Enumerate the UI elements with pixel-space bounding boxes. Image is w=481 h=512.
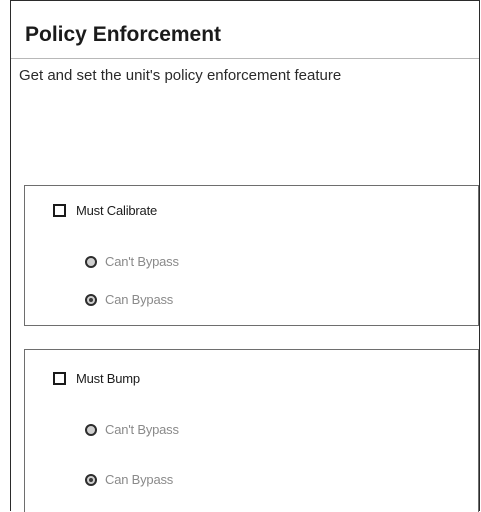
- bump-can-bypass-radio[interactable]: [85, 473, 97, 486]
- page-title: Policy Enforcement: [25, 23, 222, 46]
- panel-header: Policy Enforcement Get and set the unit'…: [11, 1, 479, 93]
- bump-can-bypass-label: Can Bypass: [105, 472, 174, 487]
- calibrate-cant-bypass-label: Can't Bypass: [105, 254, 179, 269]
- bump-can-bypass-option[interactable]: Can Bypass: [85, 472, 173, 487]
- must-bump-checkbox-row[interactable]: Must Bump: [53, 371, 140, 386]
- must-calibrate-label: Must Calibrate: [76, 203, 158, 218]
- calibrate-can-bypass-label: Can Bypass: [105, 292, 174, 307]
- policy-enforcement-panel: Policy Enforcement Get and set the unit'…: [10, 0, 480, 512]
- page-subtitle: Get and set the unit's policy enforcemen…: [19, 67, 342, 84]
- must-bump-checkbox[interactable]: [53, 372, 66, 385]
- must-bump-group: Must Bump Can't Bypass Can Bypass: [24, 349, 479, 512]
- must-calibrate-group: Must Calibrate Can't Bypass Can Bypass: [24, 185, 479, 326]
- calibrate-cant-bypass-radio[interactable]: [85, 255, 97, 268]
- calibrate-can-bypass-radio[interactable]: [85, 293, 97, 306]
- bump-cant-bypass-radio[interactable]: [85, 423, 97, 436]
- must-bump-label: Must Bump: [76, 371, 140, 386]
- title-divider: [11, 58, 479, 59]
- must-calibrate-checkbox-row[interactable]: Must Calibrate: [53, 203, 157, 218]
- bump-cant-bypass-option[interactable]: Can't Bypass: [85, 422, 179, 437]
- calibrate-cant-bypass-option[interactable]: Can't Bypass: [85, 254, 179, 269]
- bump-cant-bypass-label: Can't Bypass: [105, 422, 179, 437]
- must-calibrate-checkbox[interactable]: [53, 204, 66, 217]
- calibrate-can-bypass-option[interactable]: Can Bypass: [85, 292, 173, 307]
